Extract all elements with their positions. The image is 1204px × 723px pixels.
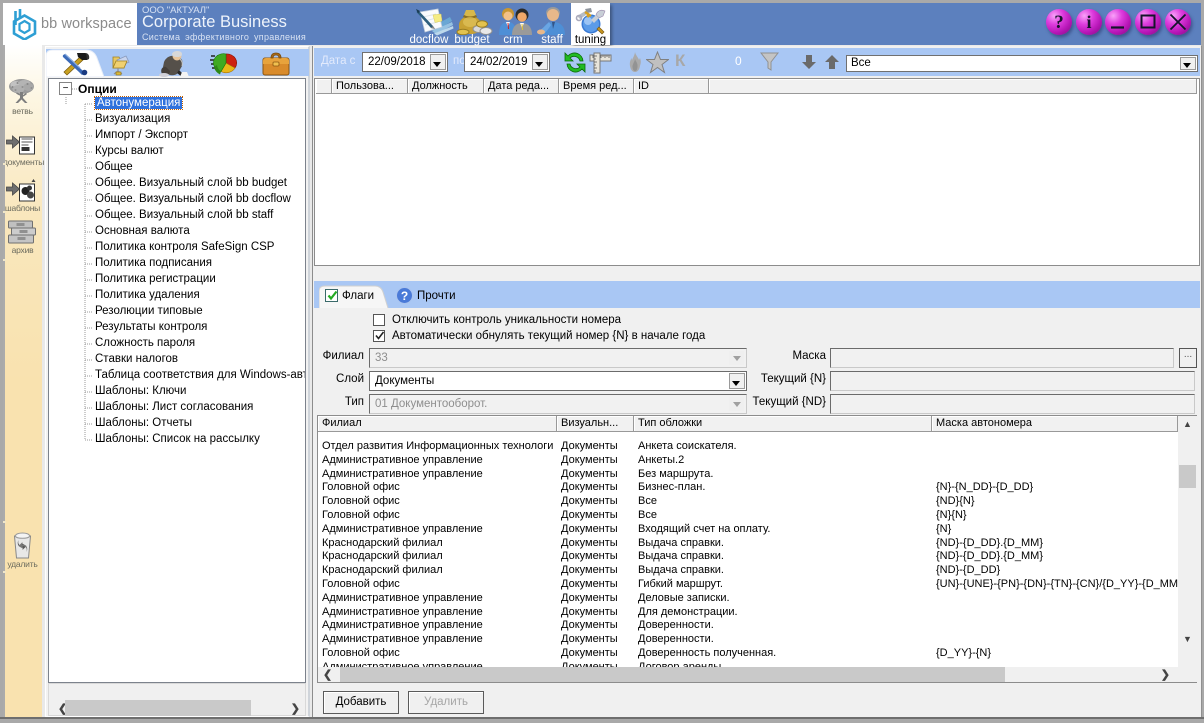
svg-text:i: i [1086, 12, 1091, 32]
svg-text:?: ? [1054, 12, 1064, 33]
svg-text:?: ? [401, 289, 408, 303]
